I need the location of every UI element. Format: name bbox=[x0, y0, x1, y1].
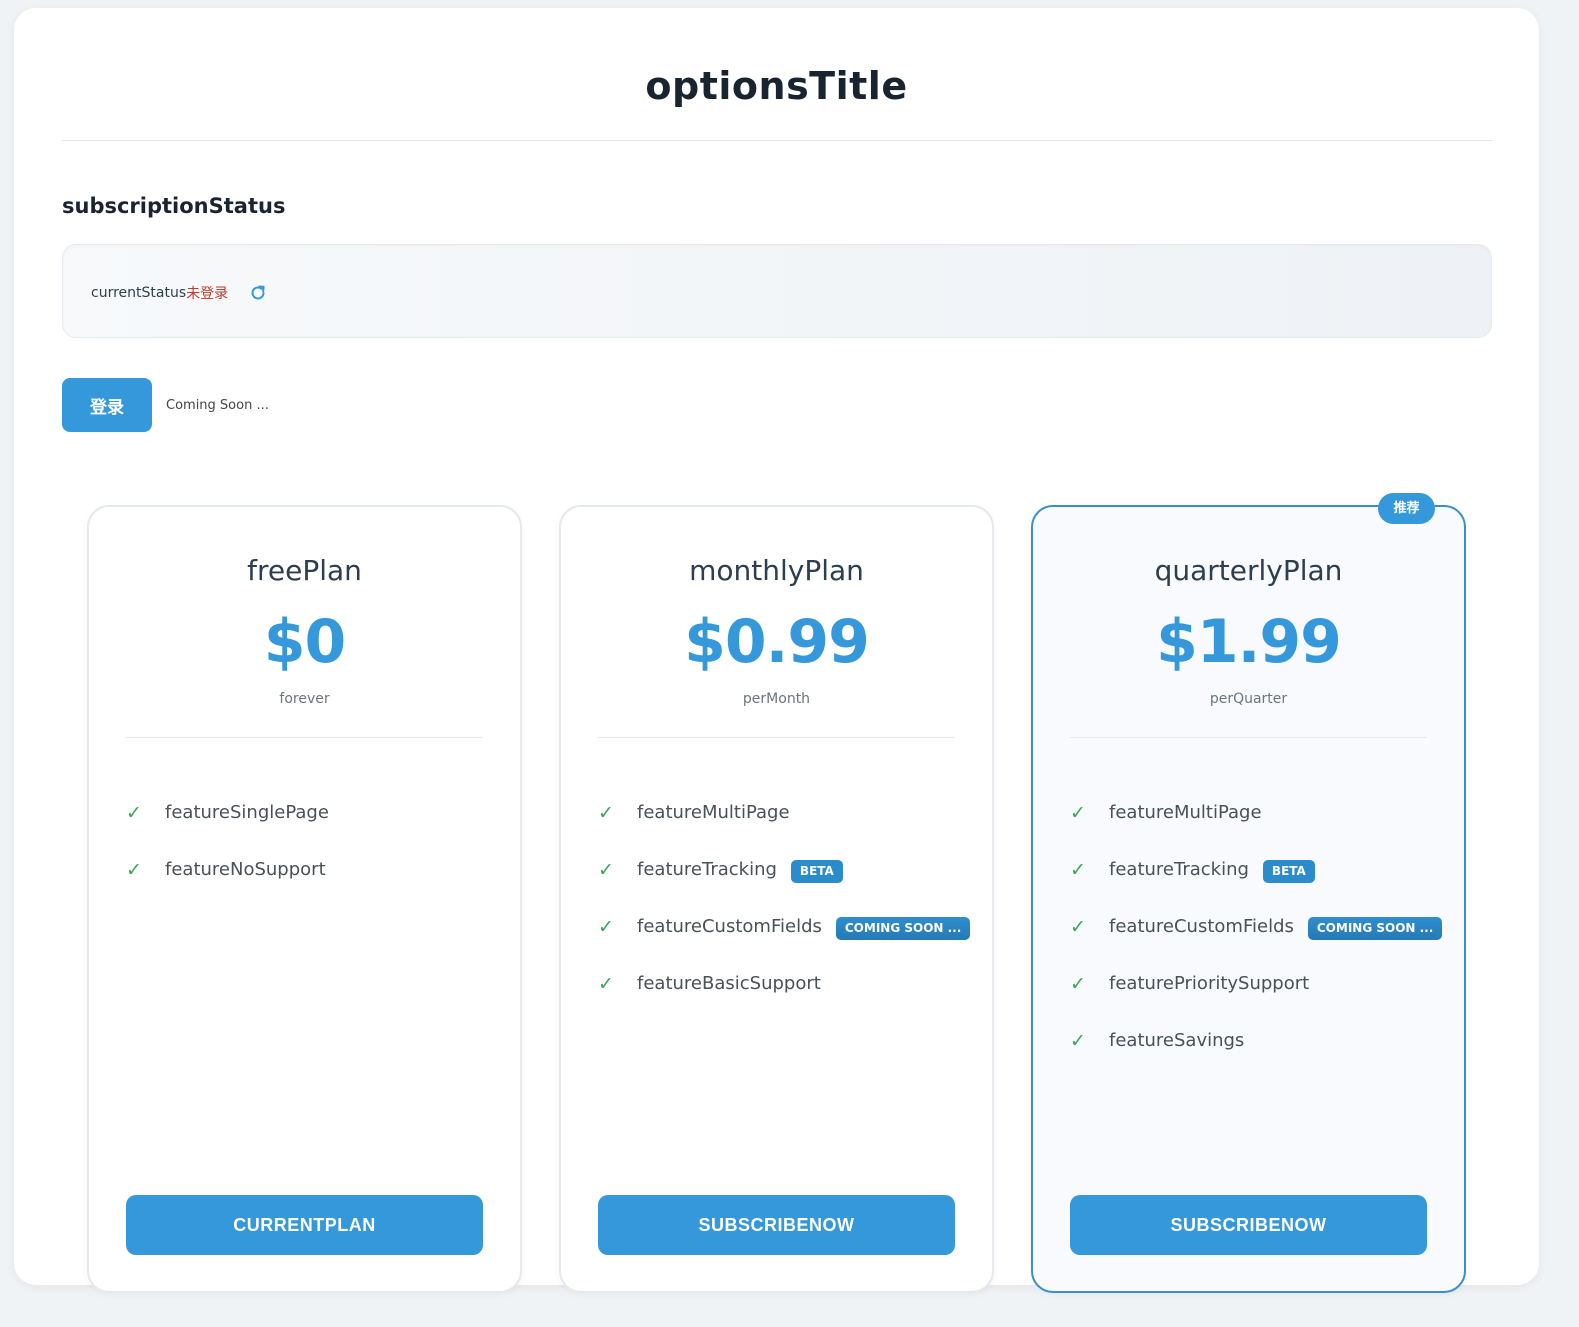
feature-label: featurePrioritySupport bbox=[1109, 973, 1310, 994]
coming-soon-tag: COMING SOON ... bbox=[835, 917, 971, 940]
feature-item: ✓ featurePrioritySupport bbox=[1070, 973, 1444, 1030]
coming-soon-tag: COMING SOON ... bbox=[1307, 917, 1443, 940]
feature-item: ✓ featureSinglePage bbox=[126, 802, 500, 859]
subscribe-quarterly-button[interactable]: SUBSCRIBENOW bbox=[1070, 1195, 1427, 1255]
feature-label: featureMultiPage bbox=[637, 802, 790, 823]
beta-tag: BETA bbox=[790, 860, 843, 883]
check-icon: ✓ bbox=[1070, 973, 1086, 995]
feature-label: featureTracking bbox=[637, 859, 777, 880]
plan-card-monthly: monthlyPlan $0.99 perMonth ✓ featureMulti… bbox=[559, 505, 994, 1293]
refresh-icon[interactable] bbox=[248, 283, 268, 303]
check-icon: ✓ bbox=[126, 802, 142, 824]
feature-list: ✓ featureSinglePage ✓ featureNoSupport bbox=[126, 802, 500, 916]
plan-price: $0.99 bbox=[684, 607, 870, 677]
plan-name: monthlyPlan bbox=[689, 554, 864, 587]
beta-tag: BETA bbox=[1262, 860, 1315, 883]
check-icon: ✓ bbox=[598, 802, 614, 824]
current-plan-button[interactable]: CURRENTPLAN bbox=[126, 1195, 483, 1255]
status-value: 未登录 bbox=[186, 286, 229, 302]
plan-name: quarterlyPlan bbox=[1154, 554, 1343, 587]
login-note: Coming Soon ... bbox=[166, 398, 269, 413]
check-icon: ✓ bbox=[1070, 802, 1086, 824]
feature-list: ✓ featureMultiPage ✓ featureTracking BETA ✓ fe… bbox=[1070, 802, 1444, 1087]
feature-item: ✓ featureCustomFields COMING SOON ... bbox=[1070, 916, 1444, 973]
feature-label: featureTracking bbox=[1109, 859, 1249, 880]
feature-item: ✓ featureMultiPage bbox=[598, 802, 972, 859]
feature-item: ✓ featureNoSupport bbox=[126, 859, 500, 916]
section-heading: subscriptionStatus bbox=[62, 194, 286, 218]
plan-period: perMonth bbox=[742, 691, 811, 707]
feature-item: ✓ featureCustomFields COMING SOON ... bbox=[598, 916, 972, 973]
check-icon: ✓ bbox=[598, 916, 614, 938]
feature-label: featureCustomFields bbox=[637, 916, 822, 937]
plan-divider bbox=[598, 737, 955, 738]
feature-item: ✓ featureTracking BETA bbox=[1070, 859, 1444, 916]
feature-label: featureSinglePage bbox=[165, 802, 329, 823]
check-icon: ✓ bbox=[1070, 859, 1086, 881]
feature-label: featureNoSupport bbox=[165, 859, 326, 880]
plan-period: forever bbox=[279, 691, 330, 707]
status-line: currentStatus 未登录 bbox=[91, 283, 268, 303]
status-box: currentStatus 未登录 bbox=[62, 244, 1492, 338]
plan-divider bbox=[126, 737, 483, 738]
title-divider bbox=[62, 140, 1492, 141]
recommended-badge: 推荐 bbox=[1378, 493, 1435, 524]
feature-item: ✓ featureBasicSupport bbox=[598, 973, 972, 1030]
plan-price: $1.99 bbox=[1156, 607, 1342, 677]
feature-label: featureCustomFields bbox=[1109, 916, 1294, 937]
feature-list: ✓ featureMultiPage ✓ featureTracking BETA ✓ fe… bbox=[598, 802, 972, 1030]
plan-card-free: freePlan $0 forever ✓ featureSinglePage ✓ f… bbox=[87, 505, 522, 1293]
subscribe-monthly-button[interactable]: SUBSCRIBENOW bbox=[598, 1195, 955, 1255]
check-icon: ✓ bbox=[1070, 916, 1086, 938]
feature-label: featureSavings bbox=[1109, 1030, 1245, 1051]
page-title: optionsTitle bbox=[645, 64, 908, 108]
check-icon: ✓ bbox=[598, 859, 614, 881]
plan-name: freePlan bbox=[247, 554, 362, 587]
login-button[interactable]: 登录 bbox=[62, 378, 152, 432]
feature-item: ✓ featureMultiPage bbox=[1070, 802, 1444, 859]
plan-price: $0 bbox=[263, 607, 347, 677]
status-label: currentStatus bbox=[91, 285, 187, 301]
feature-label: featureMultiPage bbox=[1109, 802, 1262, 823]
plan-divider bbox=[1070, 737, 1427, 738]
check-icon: ✓ bbox=[598, 973, 614, 995]
check-icon: ✓ bbox=[1070, 1030, 1086, 1052]
feature-item: ✓ featureTracking BETA bbox=[598, 859, 972, 916]
plan-period: perQuarter bbox=[1209, 691, 1288, 707]
feature-item: ✓ featureSavings bbox=[1070, 1030, 1444, 1087]
plan-card-quarterly: 推荐 quarterlyPlan $1.99 perQuarter ✓ featu… bbox=[1031, 493, 1466, 1293]
feature-label: featureBasicSupport bbox=[637, 973, 821, 994]
check-icon: ✓ bbox=[126, 859, 142, 881]
